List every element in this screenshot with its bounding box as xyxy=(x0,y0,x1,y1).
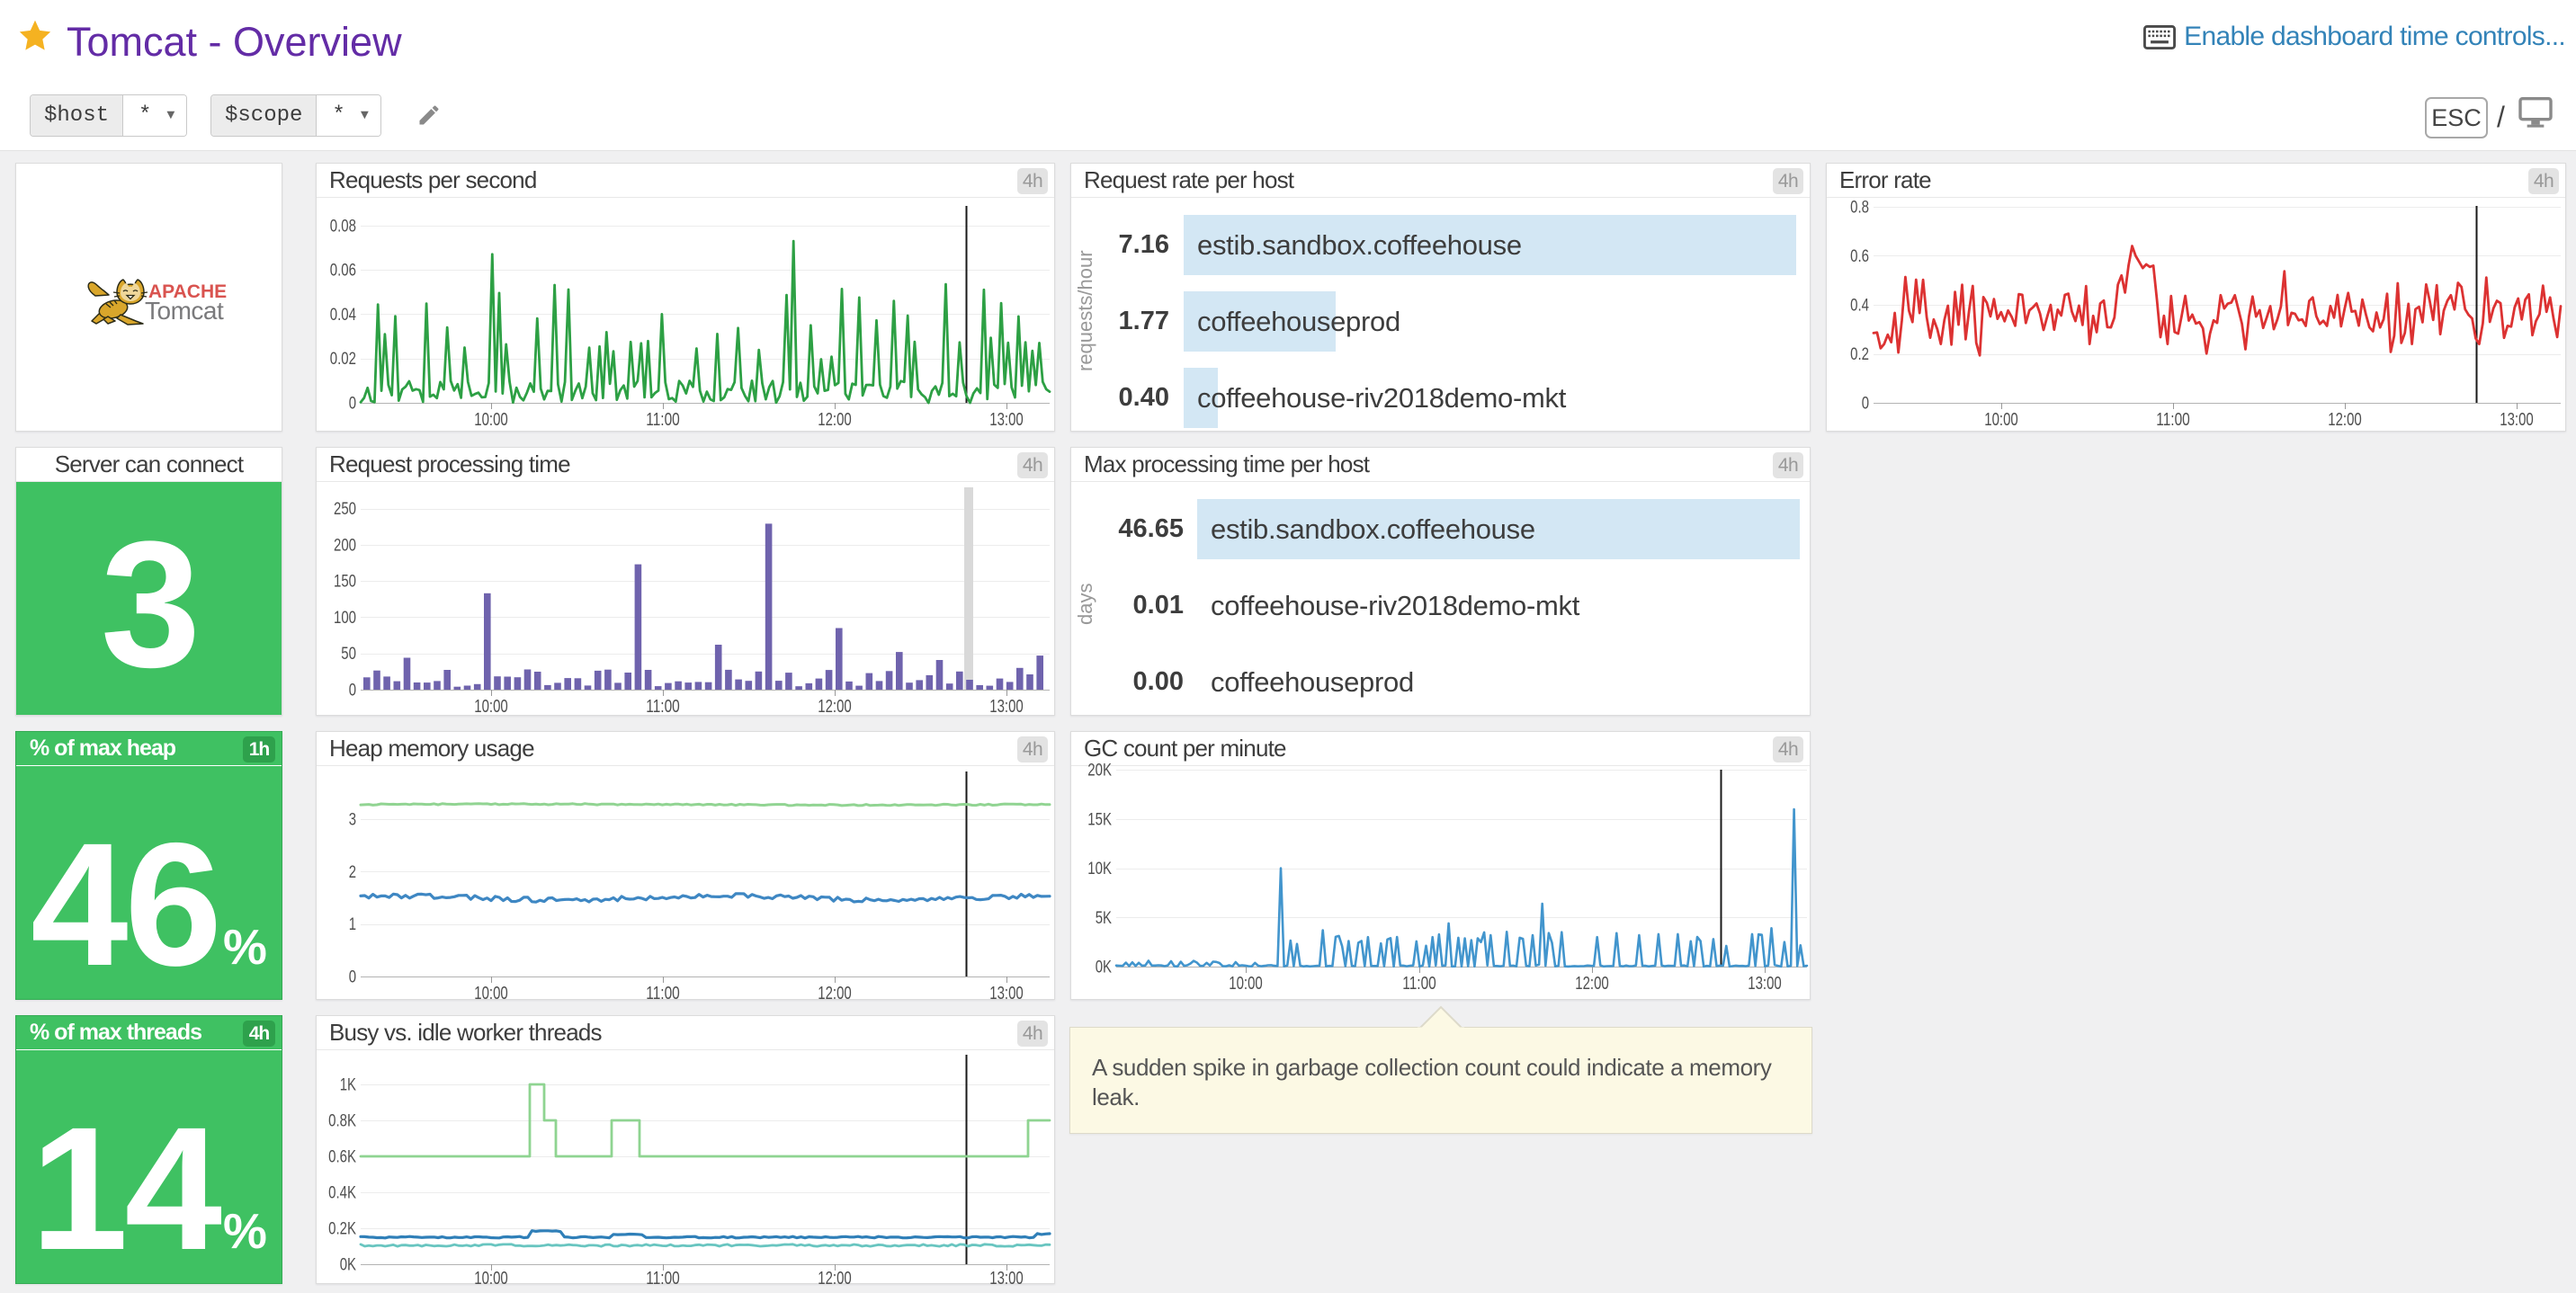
svg-text:10:00: 10:00 xyxy=(474,410,508,430)
svg-text:11:00: 11:00 xyxy=(646,984,680,1001)
svg-text:13:00: 13:00 xyxy=(989,1269,1024,1285)
svg-text:0K: 0K xyxy=(340,1256,357,1275)
svg-text:0.6K: 0.6K xyxy=(328,1148,356,1167)
svg-text:0: 0 xyxy=(349,968,356,987)
svg-text:1: 1 xyxy=(349,915,356,934)
svg-text:0: 0 xyxy=(1862,395,1869,414)
svg-text:0.4: 0.4 xyxy=(1850,297,1869,316)
svg-text:12:00: 12:00 xyxy=(2328,410,2362,430)
svg-text:Tomcat: Tomcat xyxy=(145,297,224,325)
svg-text:2: 2 xyxy=(349,863,356,882)
svg-text:250: 250 xyxy=(334,500,356,519)
svg-text:12:00: 12:00 xyxy=(818,697,852,717)
svg-text:12:00: 12:00 xyxy=(1575,974,1609,994)
svg-text:0.6: 0.6 xyxy=(1850,247,1869,266)
svg-text:150: 150 xyxy=(334,573,356,592)
svg-text:10:00: 10:00 xyxy=(1984,410,2018,430)
svg-text:11:00: 11:00 xyxy=(646,1269,680,1285)
svg-text:5K: 5K xyxy=(1096,909,1113,928)
svg-text:0.08: 0.08 xyxy=(330,217,356,236)
svg-text:11:00: 11:00 xyxy=(646,697,680,717)
svg-text:15K: 15K xyxy=(1087,810,1112,829)
svg-text:0.2: 0.2 xyxy=(1850,345,1869,364)
svg-text:12:00: 12:00 xyxy=(818,1269,852,1285)
svg-text:12:00: 12:00 xyxy=(818,410,852,430)
svg-text:0.8K: 0.8K xyxy=(328,1112,356,1131)
svg-text:10:00: 10:00 xyxy=(1229,974,1263,994)
svg-text:13:00: 13:00 xyxy=(989,984,1024,1001)
svg-text:10K: 10K xyxy=(1087,860,1112,878)
svg-text:1K: 1K xyxy=(340,1076,357,1095)
svg-text:200: 200 xyxy=(334,536,356,555)
svg-text:100: 100 xyxy=(334,609,356,628)
svg-text:0: 0 xyxy=(349,682,356,700)
svg-text:0.06: 0.06 xyxy=(330,262,356,281)
svg-text:0.02: 0.02 xyxy=(330,350,356,369)
svg-text:0.04: 0.04 xyxy=(330,306,357,325)
svg-text:0K: 0K xyxy=(1096,959,1113,977)
svg-text:10:00: 10:00 xyxy=(474,984,508,1001)
svg-text:13:00: 13:00 xyxy=(989,697,1024,717)
svg-text:50: 50 xyxy=(341,645,356,664)
svg-text:11:00: 11:00 xyxy=(2156,410,2190,430)
svg-text:10:00: 10:00 xyxy=(474,697,508,717)
svg-text:0: 0 xyxy=(349,395,356,414)
svg-text:11:00: 11:00 xyxy=(1402,974,1436,994)
svg-text:20K: 20K xyxy=(1087,762,1112,780)
svg-text:12:00: 12:00 xyxy=(818,984,852,1001)
svg-text:3: 3 xyxy=(349,811,356,830)
svg-text:0.2K: 0.2K xyxy=(328,1220,356,1239)
svg-text:0.8: 0.8 xyxy=(1850,199,1869,218)
svg-text:13:00: 13:00 xyxy=(2500,410,2534,430)
svg-text:13:00: 13:00 xyxy=(989,410,1024,430)
svg-text:11:00: 11:00 xyxy=(646,410,680,430)
svg-text:10:00: 10:00 xyxy=(474,1269,508,1285)
svg-text:13:00: 13:00 xyxy=(1748,974,1782,994)
svg-text:0.4K: 0.4K xyxy=(328,1184,356,1203)
